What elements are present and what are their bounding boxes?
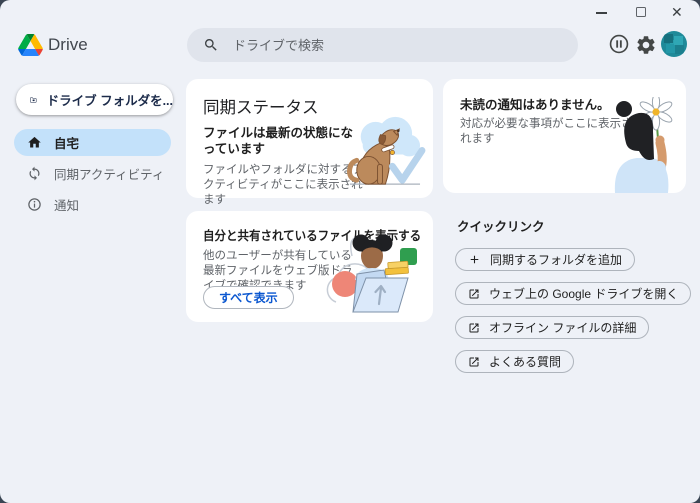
account-avatar[interactable] bbox=[661, 31, 687, 57]
info-icon bbox=[27, 197, 42, 212]
home-icon bbox=[27, 135, 42, 150]
sync-card-subtitle: ファイルは最新の状態になっています bbox=[203, 125, 365, 157]
open-drive-folder-button[interactable]: ドライブ フォルダを... bbox=[16, 84, 173, 115]
sidebar-item-label: 同期アクティビティ bbox=[54, 164, 164, 183]
sync-card-description: ファイルやフォルダに対するアクティビティがここに表示されます bbox=[203, 163, 373, 208]
shared-files-card: 自分と共有されているファイルを表示する 他のユーザーが共有している最新ファイルを… bbox=[186, 211, 433, 322]
quick-link-label: ウェブ上の Google ドライブを開く bbox=[489, 285, 678, 302]
sidebar-item-label: 通知 bbox=[54, 195, 79, 214]
show-all-button[interactable]: すべて表示 bbox=[203, 286, 294, 309]
sidebar-item-sync-activity[interactable]: 同期アクティビティ bbox=[14, 160, 171, 187]
drive-folder-icon bbox=[30, 93, 37, 107]
shared-card-title: 自分と共有されているファイルを表示する bbox=[203, 225, 421, 244]
quick-link-label: オフライン ファイルの詳細 bbox=[489, 319, 636, 336]
notifications-card-description: 対応が必要な事項がここに表示されます bbox=[460, 117, 638, 147]
faq-button[interactable]: よくある質問 bbox=[455, 350, 574, 373]
sync-icon bbox=[27, 166, 42, 181]
notifications-card: 未読の通知はありません。 対応が必要な事項がここに表示されます bbox=[443, 79, 686, 193]
open-in-new-icon bbox=[468, 288, 480, 300]
sidebar-item-home[interactable]: 自宅 bbox=[14, 129, 171, 156]
quick-link-label: よくある質問 bbox=[489, 353, 561, 370]
sidebar-item-notifications[interactable]: 通知 bbox=[14, 191, 171, 218]
google-drive-logo-icon bbox=[18, 34, 43, 56]
open-in-new-icon bbox=[468, 322, 480, 334]
quick-link-label: 同期するフォルダを追加 bbox=[490, 251, 622, 268]
pause-sync-icon[interactable] bbox=[608, 33, 630, 55]
sidebar-item-label: 自宅 bbox=[54, 133, 79, 152]
open-drive-web-button[interactable]: ウェブ上の Google ドライブを開く bbox=[455, 282, 691, 305]
notifications-card-title: 未読の通知はありません。 bbox=[460, 94, 680, 113]
add-sync-folder-button[interactable]: 同期するフォルダを追加 bbox=[455, 248, 635, 271]
app-title: Drive bbox=[48, 35, 88, 55]
maximize-button[interactable] bbox=[636, 7, 646, 17]
minimize-button[interactable] bbox=[596, 12, 607, 14]
open-in-new-icon bbox=[468, 356, 480, 368]
quick-links-title: クイックリンク bbox=[457, 216, 545, 235]
offline-files-details-button[interactable]: オフライン ファイルの詳細 bbox=[455, 316, 649, 339]
search-input[interactable] bbox=[231, 37, 535, 54]
search-icon bbox=[203, 37, 219, 53]
sync-card-title: 同期ステータス bbox=[203, 94, 319, 118]
plus-icon bbox=[468, 253, 481, 266]
search-bar[interactable] bbox=[187, 28, 578, 62]
close-button[interactable]: ✕ bbox=[671, 3, 683, 21]
sync-status-card: 同期ステータス ファイルは最新の状態になっています ファイルやフォルダに対するア… bbox=[186, 79, 433, 198]
app-window: ✕ Drive ドライブ フォルダを... 自宅 bbox=[0, 0, 700, 503]
settings-gear-icon[interactable] bbox=[635, 34, 657, 56]
open-drive-folder-label: ドライブ フォルダを... bbox=[47, 90, 173, 109]
